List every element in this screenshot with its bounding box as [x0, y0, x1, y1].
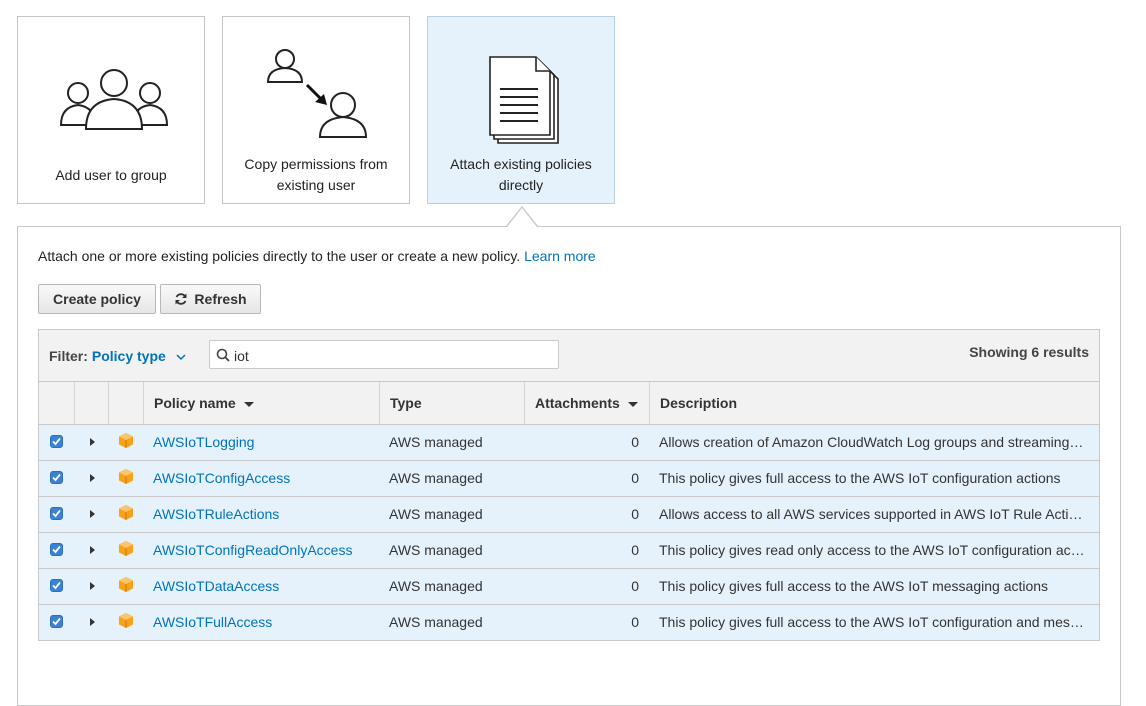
chevron-down-icon[interactable]: [176, 353, 186, 361]
tile-label-line1: Attach existing policies: [450, 156, 592, 172]
policy-description: Allows access to all AWS services suppor…: [659, 506, 1083, 522]
policy-type: AWS managed: [389, 614, 483, 630]
row-checkbox[interactable]: [50, 579, 63, 592]
row-checkbox[interactable]: [50, 435, 63, 448]
policy-attachments: 0: [631, 578, 639, 594]
column-policy-name[interactable]: Policy name: [154, 395, 254, 411]
policy-cube-icon: [119, 577, 133, 592]
table-row[interactable]: AWSIoTDataAccess AWS managed 0 This poli…: [39, 569, 1099, 605]
filter-dropdown[interactable]: Policy type: [92, 348, 166, 364]
sort-caret-icon: [627, 401, 638, 407]
policies-table: Filter:Policy type Showing 6 results Pol…: [38, 329, 1100, 641]
tile-label: Add user to group: [55, 167, 167, 183]
policy-cube-icon: [119, 469, 133, 484]
policy-name-link[interactable]: AWSIoTConfigAccess: [153, 470, 375, 486]
search-input[interactable]: [232, 341, 556, 370]
policy-type: AWS managed: [389, 506, 483, 522]
create-policy-label: Create policy: [53, 291, 141, 307]
table-row[interactable]: AWSIoTRuleActions AWS managed 0 Allows a…: [39, 497, 1099, 533]
column-type[interactable]: Type: [390, 395, 422, 411]
policy-description: This policy gives full access to the AWS…: [659, 614, 1084, 630]
search-box[interactable]: [209, 340, 559, 370]
policy-cube-icon: [119, 433, 133, 448]
column-description[interactable]: Description: [660, 395, 737, 411]
copy-permissions-icon: [266, 49, 368, 138]
panel-pointer-fill: [507, 208, 537, 227]
learn-more-link[interactable]: Learn more: [524, 248, 596, 264]
checkmark-icon: [52, 437, 61, 446]
refresh-icon: [175, 293, 187, 305]
checkmark-icon: [52, 545, 61, 554]
users-group-icon: [59, 69, 169, 130]
policy-cube-icon: [119, 541, 133, 556]
tile-label-line2: existing user: [276, 177, 356, 193]
policy-description: This policy gives read only access to th…: [659, 542, 1085, 558]
policy-name-link[interactable]: AWSIoTRuleActions: [153, 506, 375, 522]
policy-name-link[interactable]: AWSIoTConfigReadOnlyAccess: [153, 542, 375, 558]
policy-attachments: 0: [631, 470, 639, 486]
create-policy-button[interactable]: Create policy: [38, 284, 156, 314]
table-row[interactable]: AWSIoTConfigAccess AWS managed 0 This po…: [39, 461, 1099, 497]
intro-description: Attach one or more existing policies dir…: [38, 248, 521, 264]
expand-arrow-icon[interactable]: [90, 438, 95, 446]
checkmark-icon: [52, 509, 61, 518]
policy-name-link[interactable]: AWSIoTDataAccess: [153, 578, 375, 594]
tile-label-line1: Copy permissions from: [244, 156, 388, 172]
policy-description: This policy gives full access to the AWS…: [659, 578, 1049, 594]
expand-arrow-icon[interactable]: [90, 546, 95, 554]
expand-arrow-icon[interactable]: [90, 474, 95, 482]
refresh-label: Refresh: [194, 291, 247, 307]
policy-type: AWS managed: [389, 542, 483, 558]
row-checkbox[interactable]: [50, 543, 63, 556]
checkmark-icon: [52, 617, 61, 626]
policy-type: AWS managed: [389, 434, 483, 450]
expand-arrow-icon[interactable]: [90, 582, 95, 590]
policy-attachments: 0: [631, 434, 639, 450]
policy-attachments: 0: [631, 506, 639, 522]
tile-add-user-to-group[interactable]: Add user to group: [17, 16, 205, 204]
policy-description: Allows creation of Amazon CloudWatch Log…: [659, 434, 1084, 450]
policy-type: AWS managed: [389, 470, 483, 486]
document-stack-icon: [489, 56, 559, 144]
tile-copy-permissions[interactable]: Copy permissions from existing user: [222, 16, 410, 204]
tile-attach-existing-policies[interactable]: Attach existing policies directly: [427, 16, 615, 204]
table-body: AWSIoTLogging AWS managed 0 Allows creat…: [39, 425, 1099, 640]
table-row[interactable]: AWSIoTLogging AWS managed 0 Allows creat…: [39, 425, 1099, 461]
policy-name-link[interactable]: AWSIoTLogging: [153, 434, 375, 450]
filter-label: Filter:: [49, 348, 88, 364]
policy-cube-icon: [119, 613, 133, 628]
search-icon: [216, 348, 230, 362]
sort-caret-icon: [243, 401, 254, 407]
column-attachments[interactable]: Attachments: [535, 395, 638, 411]
checkmark-icon: [52, 473, 61, 482]
table-header: Policy name Type Attachments Description: [39, 382, 1099, 425]
expand-arrow-icon[interactable]: [90, 510, 95, 518]
policy-type: AWS managed: [389, 578, 483, 594]
table-row[interactable]: AWSIoTConfigReadOnlyAccess AWS managed 0…: [39, 533, 1099, 569]
policy-name-link[interactable]: AWSIoTFullAccess: [153, 614, 375, 630]
expand-arrow-icon[interactable]: [90, 618, 95, 626]
policy-attachments: 0: [631, 542, 639, 558]
results-count: Showing 6 results: [969, 344, 1089, 360]
table-row[interactable]: AWSIoTFullAccess AWS managed 0 This poli…: [39, 605, 1099, 640]
intro-text: Attach one or more existing policies dir…: [38, 248, 596, 264]
row-checkbox[interactable]: [50, 507, 63, 520]
policy-description: This policy gives full access to the AWS…: [659, 470, 1061, 486]
row-checkbox[interactable]: [50, 615, 63, 628]
filter-bar: Filter:Policy type Showing 6 results: [39, 330, 1099, 382]
tile-label-line2: directly: [498, 177, 544, 193]
refresh-button[interactable]: Refresh: [160, 284, 261, 314]
filter-control[interactable]: Filter: Policy type: [49, 348, 186, 364]
checkmark-icon: [52, 581, 61, 590]
policy-attachments: 0: [631, 614, 639, 630]
policy-cube-icon: [119, 505, 133, 520]
row-checkbox[interactable]: [50, 471, 63, 484]
